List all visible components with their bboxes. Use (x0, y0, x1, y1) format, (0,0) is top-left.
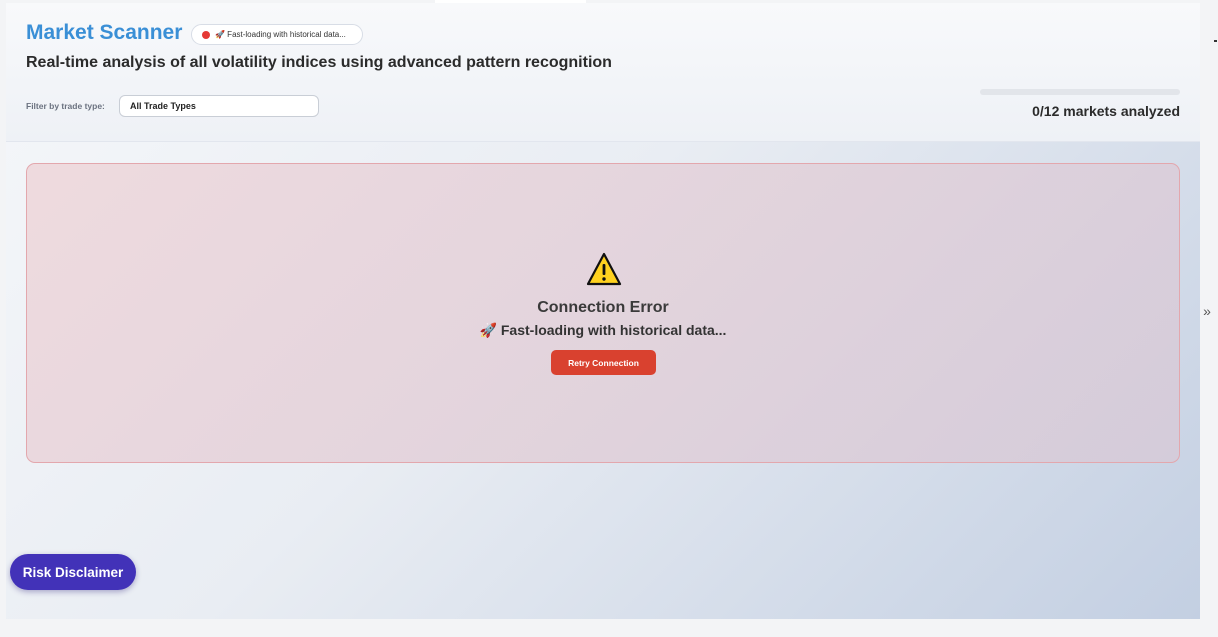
error-title: Connection Error (537, 299, 669, 316)
market-scanner-app: Market Scanner 🚀 Fast-loading with histo… (6, 3, 1200, 619)
edge-marker (1214, 40, 1217, 42)
scan-progress-text: 0/12 markets analyzed (1032, 103, 1180, 119)
warning-icon (586, 252, 622, 286)
filter-label: Filter by trade type: (26, 101, 105, 111)
page-subtitle: Real-time analysis of all volatility ind… (26, 54, 612, 71)
expand-panel-icon[interactable]: » (1200, 302, 1214, 320)
scanner-header: Market Scanner 🚀 Fast-loading with histo… (6, 3, 1200, 142)
status-badge-text: 🚀 Fast-loading with historical data... (215, 30, 346, 39)
error-message: 🚀 Fast-loading with historical data... (479, 322, 727, 338)
status-dot-icon (202, 30, 210, 39)
page-title: Market Scanner (26, 21, 183, 44)
risk-disclaimer-button[interactable]: Risk Disclaimer (10, 554, 136, 590)
scan-progress-bar (980, 89, 1180, 95)
retry-connection-button[interactable]: Retry Connection (551, 350, 656, 375)
trade-type-select[interactable]: All Trade Types (119, 95, 319, 117)
connection-status-badge: 🚀 Fast-loading with historical data... (191, 24, 363, 45)
connection-error-panel: Connection Error 🚀 Fast-loading with his… (26, 163, 1180, 463)
